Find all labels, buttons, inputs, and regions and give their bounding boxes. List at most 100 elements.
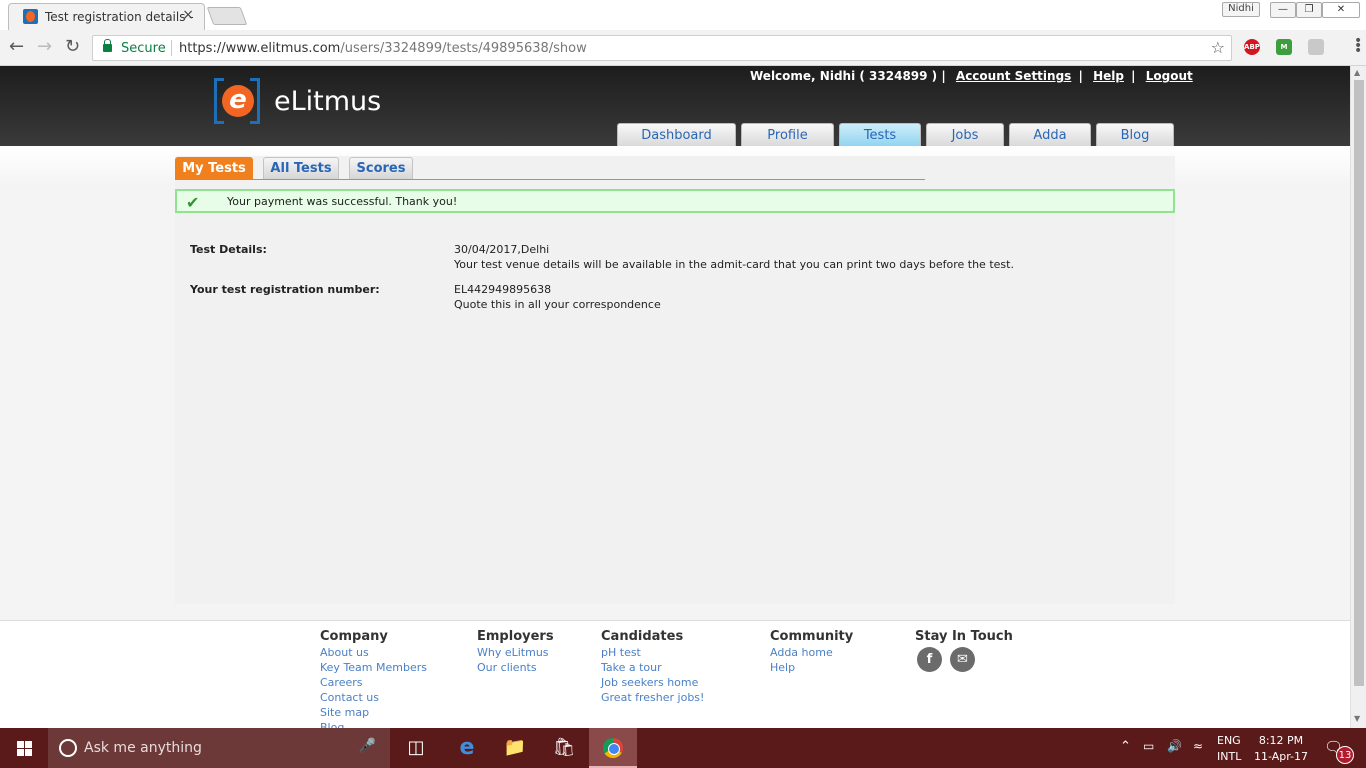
footer-heading: Company [320,629,388,644]
footer-link-contact[interactable]: Contact us [320,690,427,705]
footer-link-job-seekers[interactable]: Job seekers home [601,675,704,690]
footer-heading: Employers [477,629,554,644]
cortana-search-box[interactable]: Ask me anything 🎤 [48,728,390,768]
tab-tests[interactable]: Tests [839,123,921,147]
site-footer: Company About us Key Team Members Career… [0,620,1350,734]
battery-icon[interactable]: ▭ [1143,739,1154,768]
store-icon[interactable]: 🛍 [540,728,588,768]
footer-link-take-tour[interactable]: Take a tour [601,660,704,675]
subtab-all-tests[interactable]: All Tests [263,157,339,179]
user-bar-separator: | [1078,69,1083,83]
facebook-icon[interactable]: f [917,647,942,672]
secure-label: Secure [121,41,166,56]
footer-heading: Stay In Touch [915,629,1013,644]
logout-link[interactable]: Logout [1146,69,1193,83]
url-host: https://www.elitmus.com [179,41,341,56]
reload-icon[interactable]: ↻ [65,37,80,57]
registration-number-value: EL442949895638 Quote this in all your co… [454,282,661,312]
footer-heading: Community [770,629,854,644]
minimize-button[interactable]: — [1270,2,1296,18]
volume-icon[interactable]: 🔊 [1167,739,1182,768]
footer-employers: Employers Why eLitmus Our clients [477,629,554,675]
wifi-icon[interactable]: ≈ [1193,739,1203,768]
tab-close-icon[interactable]: × [182,7,194,23]
footer-link-sitemap[interactable]: Site map [320,705,427,720]
user-bar-separator: | [1131,69,1136,83]
test-details-value: 30/04/2017,Delhi Your test venue details… [454,242,1014,272]
show-hidden-icons-icon[interactable]: ⌃ [1120,739,1131,768]
omnibox-divider [171,40,172,56]
back-arrow-icon[interactable]: ← [9,37,24,57]
footer-link-careers[interactable]: Careers [320,675,427,690]
footer-link-key-team[interactable]: Key Team Members [320,660,427,675]
browser-tab-title: Test registration details - [45,10,194,24]
url-text[interactable]: https://www.elitmus.com/users/3324899/te… [179,41,587,56]
maximize-button[interactable]: ❐ [1296,2,1322,18]
microphone-icon[interactable]: 🎤 [359,738,376,754]
edge-browser-icon[interactable]: e [443,728,491,768]
elitmus-favicon-icon [23,9,38,24]
main-content-panel [175,156,1175,604]
subtab-my-tests[interactable]: My Tests [175,157,253,179]
elitmus-logo-icon[interactable]: e [214,78,260,124]
clock-date: 11-Apr-17 [1254,750,1309,763]
scroll-down-icon[interactable]: ▼ [1354,714,1360,723]
tab-blog[interactable]: Blog [1096,123,1174,147]
footer-candidates: Candidates pH test Take a tour Job seeke… [601,629,704,705]
success-message: Your payment was successful. Thank you! [227,195,458,208]
browser-menu-icon[interactable]: • • • [1354,34,1362,58]
user-bar: Welcome, Nidhi ( 3324899 ) | Account Set… [750,69,1193,83]
subtab-bar: My Tests All Tests Scores [175,156,925,180]
subtab-scores[interactable]: Scores [349,157,413,179]
extension-green-icon[interactable]: M [1276,39,1292,55]
registration-number-label: Your test registration number: [190,283,380,296]
footer-link-why-elitmus[interactable]: Why eLitmus [477,645,554,660]
profile-button[interactable]: Nidhi [1222,2,1260,17]
address-bar[interactable]: Secure https://www.elitmus.com/users/332… [92,35,1232,61]
keyboard-layout: INTL [1217,750,1242,763]
url-path: /users/3324899/tests/49895638/show [340,41,587,56]
file-explorer-icon[interactable]: 📁 [491,728,539,768]
registration-number: EL442949895638 [454,283,552,296]
account-settings-link[interactable]: Account Settings [956,69,1071,83]
footer-link-our-clients[interactable]: Our clients [477,660,554,675]
bookmark-star-icon[interactable]: ☆ [1211,38,1225,57]
welcome-text: Welcome, Nidhi ( 3324899 ) | [750,69,946,83]
task-view-icon[interactable]: ◫ [392,728,440,768]
close-window-button[interactable]: ✕ [1322,2,1360,18]
help-link[interactable]: Help [1093,69,1124,83]
new-tab-button[interactable] [206,7,248,25]
page-scrollbar[interactable]: ▲ ▼ [1350,66,1366,728]
chrome-icon [603,738,623,758]
site-header: e eLitmus Welcome, Nidhi ( 3324899 ) | A… [0,66,1350,147]
clock[interactable]: 8:12 PM 11-Apr-17 [1254,733,1308,768]
tab-jobs[interactable]: Jobs [926,123,1004,147]
browser-tab[interactable]: Test registration details - × [8,3,205,30]
footer-link-adda-home[interactable]: Adda home [770,645,853,660]
scroll-up-icon[interactable]: ▲ [1354,68,1360,77]
email-icon[interactable]: ✉ [950,647,975,672]
adblock-plus-icon[interactable]: ABP [1244,39,1260,55]
tab-profile[interactable]: Profile [741,123,834,147]
site-name[interactable]: eLitmus [274,86,381,117]
footer-link-ph-test[interactable]: pH test [601,645,704,660]
browser-toolbar: ← → ↻ Secure https://www.elitmus.com/use… [0,30,1366,66]
test-details-label: Test Details: [190,243,267,256]
footer-community: Community Adda home Help [770,629,853,675]
forward-arrow-icon[interactable]: → [37,37,52,57]
tab-adda[interactable]: Adda [1009,123,1091,147]
logo-letter: e [222,85,254,117]
registration-note: Quote this in all your correspondence [454,298,661,311]
footer-company: Company About us Key Team Members Career… [320,629,427,735]
tab-dashboard[interactable]: Dashboard [617,123,736,147]
footer-link-fresher-jobs[interactable]: Great fresher jobs! [601,690,704,705]
checkmark-icon: ✔ [186,193,200,212]
extension-shield-icon[interactable] [1308,39,1324,55]
footer-link-help[interactable]: Help [770,660,853,675]
footer-link-about-us[interactable]: About us [320,645,427,660]
windows-start-icon[interactable] [0,728,48,768]
chrome-taskbar-icon[interactable] [589,728,637,768]
test-venue-note: Your test venue details will be availabl… [454,258,1014,271]
scrollbar-thumb[interactable] [1354,80,1364,686]
language-indicator[interactable]: ENG INTL [1217,733,1241,768]
